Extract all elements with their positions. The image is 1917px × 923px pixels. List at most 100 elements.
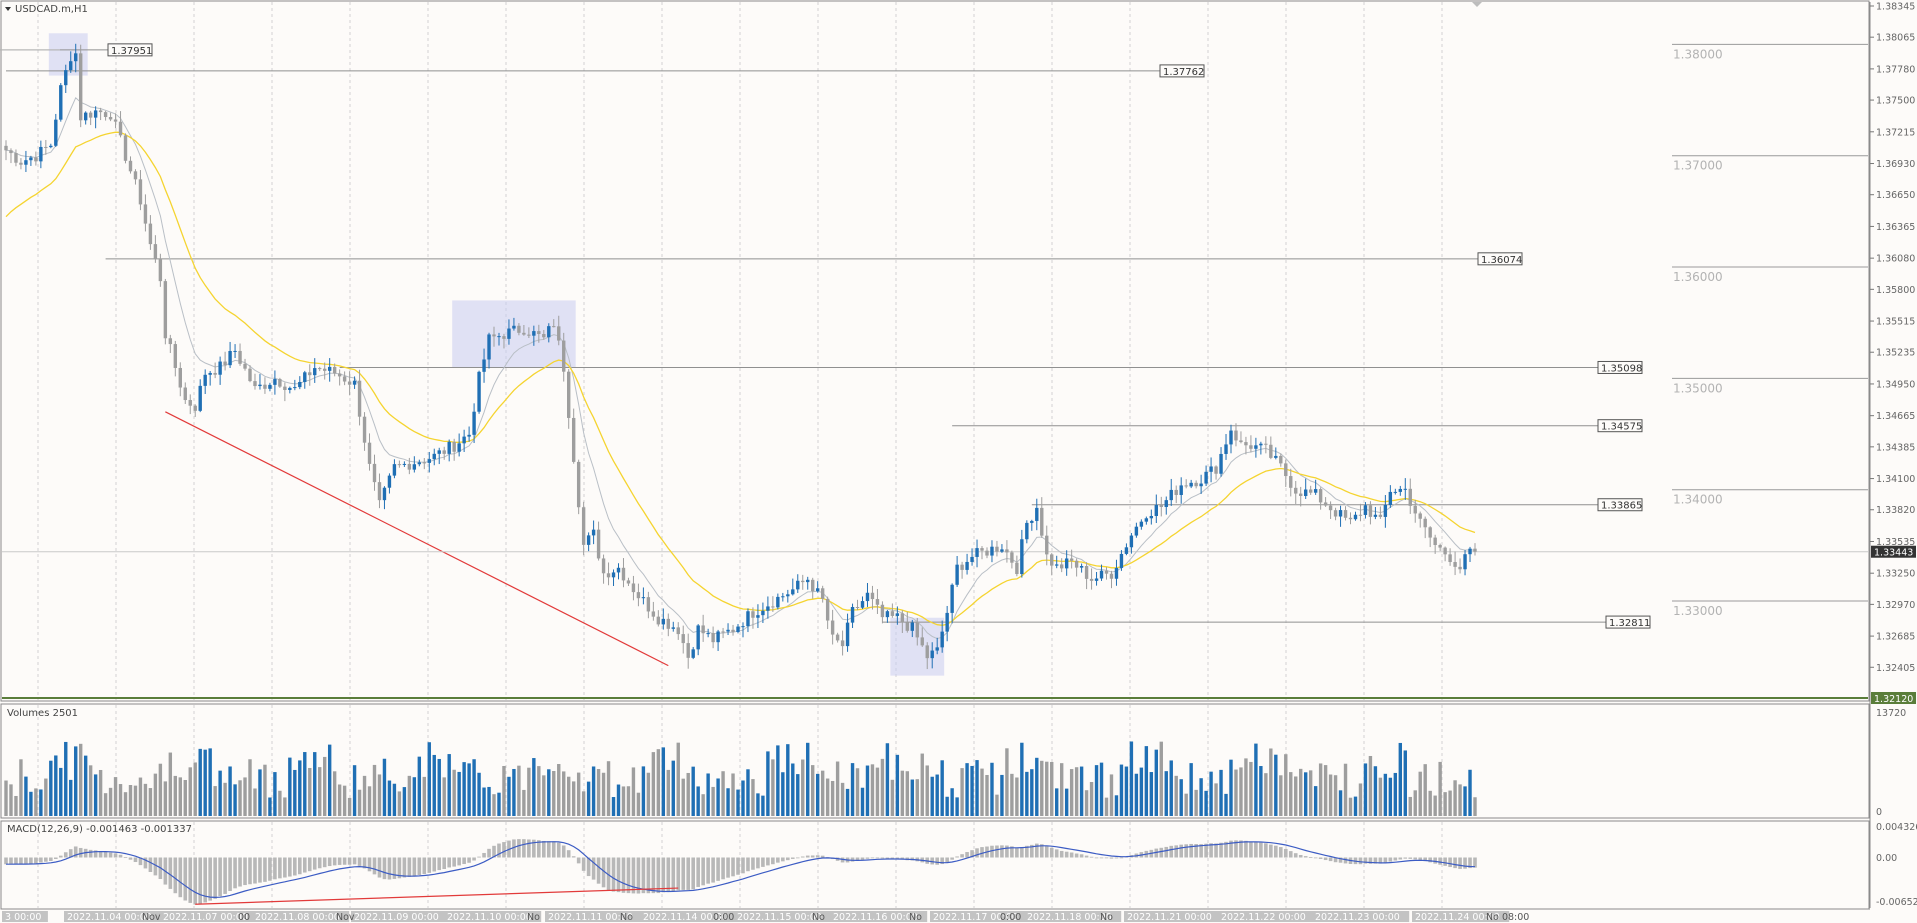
volume-bar xyxy=(950,788,954,816)
macd-bar xyxy=(34,857,38,864)
candle-body xyxy=(462,436,466,444)
volume-bar xyxy=(352,765,357,816)
candle-body xyxy=(825,598,830,621)
candle-body xyxy=(811,579,815,592)
volume-bar xyxy=(815,773,820,816)
candle-body xyxy=(337,373,342,377)
macd-indicator-label: MACD(12,26,9) -0.001463 -0.001337 xyxy=(7,824,192,835)
volume-bar xyxy=(985,774,989,816)
volume-bar xyxy=(4,780,8,816)
time-tag-label: 2022.11.10 00:00 xyxy=(447,912,532,923)
candle-body xyxy=(542,333,546,338)
candle-body xyxy=(1259,443,1263,446)
candle-body xyxy=(1433,537,1437,546)
candle-body xyxy=(626,580,631,584)
macd-bar xyxy=(1438,857,1442,865)
volume-bar xyxy=(387,780,392,816)
macd-bar xyxy=(148,857,153,872)
macd-bar xyxy=(626,857,631,894)
candle-body xyxy=(781,596,785,598)
macd-bar xyxy=(1099,857,1104,859)
volume-bar xyxy=(1458,784,1462,816)
macd-bar xyxy=(766,857,770,866)
candle-body xyxy=(537,331,541,334)
volume-bar xyxy=(502,765,506,816)
macd-bar xyxy=(746,857,750,872)
macd-bar xyxy=(44,857,48,862)
volume-bar xyxy=(711,786,715,816)
candle-body xyxy=(522,332,526,335)
macd-bar xyxy=(761,857,765,867)
time-extra-label: Nov xyxy=(142,912,161,923)
volume-bar xyxy=(278,790,282,816)
volume-bar xyxy=(1338,790,1343,816)
volume-bar xyxy=(1030,769,1034,816)
candle-body xyxy=(1050,554,1054,566)
macd-bar xyxy=(298,857,302,875)
volume-bar xyxy=(203,749,207,816)
macd-bar xyxy=(1214,843,1218,858)
candle-body xyxy=(1453,562,1457,567)
volume-bar xyxy=(372,764,377,816)
volume-bar xyxy=(666,769,670,816)
candle-body xyxy=(1084,566,1089,579)
macd-bar xyxy=(820,855,825,858)
chart-title[interactable]: USDCAD.m,H1 xyxy=(5,4,88,15)
macd-bar xyxy=(1005,845,1009,858)
volume-bar xyxy=(233,784,237,816)
volume-bar xyxy=(153,773,158,816)
volume-bar xyxy=(1099,762,1104,816)
volume-bar xyxy=(1045,761,1049,816)
chart-window[interactable]: 1.37951 1.37762 1.36074 1.35098 1.34575 1.338… xyxy=(0,0,1917,923)
candle-body xyxy=(1333,510,1338,517)
volume-bar xyxy=(1308,770,1313,816)
volume-bar xyxy=(547,769,551,816)
volume-bar xyxy=(1259,766,1263,816)
candle-body xyxy=(955,564,959,585)
volume-bar xyxy=(168,752,173,816)
candle-body xyxy=(128,160,133,172)
macd-bar xyxy=(686,857,691,890)
volume-bar xyxy=(377,774,382,816)
volume-bar xyxy=(143,783,148,816)
candle-body xyxy=(711,633,715,643)
candle-body xyxy=(298,381,302,388)
macd-bar xyxy=(711,857,715,883)
candle-body xyxy=(268,384,272,389)
candle-body xyxy=(1438,545,1442,548)
macd-bar xyxy=(457,857,461,866)
macd-bar xyxy=(1074,853,1079,858)
candle-body xyxy=(1069,558,1074,561)
volume-bar xyxy=(567,776,571,816)
volume-bar xyxy=(527,767,531,816)
candle-body xyxy=(1079,566,1084,568)
volume-bar xyxy=(686,772,690,816)
macd-bar xyxy=(1015,847,1019,858)
volume-bar xyxy=(860,787,865,816)
candle-body xyxy=(263,384,267,389)
candle-body xyxy=(751,611,755,618)
volume-bar xyxy=(158,763,163,816)
volume-bar xyxy=(303,752,307,816)
macd-bar xyxy=(1089,856,1094,858)
volume-bar xyxy=(576,772,581,816)
candle-body xyxy=(303,372,307,382)
volume-bar xyxy=(54,755,58,816)
macd-bar xyxy=(701,857,705,886)
candle-body xyxy=(806,579,810,583)
candle-body xyxy=(1159,505,1163,507)
volume-bar xyxy=(103,793,108,816)
volume-bar xyxy=(656,749,661,816)
volume-bar xyxy=(1224,793,1228,816)
volume-bar xyxy=(1279,775,1283,816)
macd-bar xyxy=(566,850,571,858)
macd-bar xyxy=(347,857,352,865)
candle-body xyxy=(432,453,436,460)
volume-bar xyxy=(1079,766,1084,816)
candle-body xyxy=(1269,444,1273,458)
macd-bar xyxy=(721,857,725,880)
macd-bar xyxy=(581,857,586,871)
macd-bar xyxy=(1044,845,1049,858)
volume-bar xyxy=(636,792,641,816)
volume-bar xyxy=(263,764,267,816)
